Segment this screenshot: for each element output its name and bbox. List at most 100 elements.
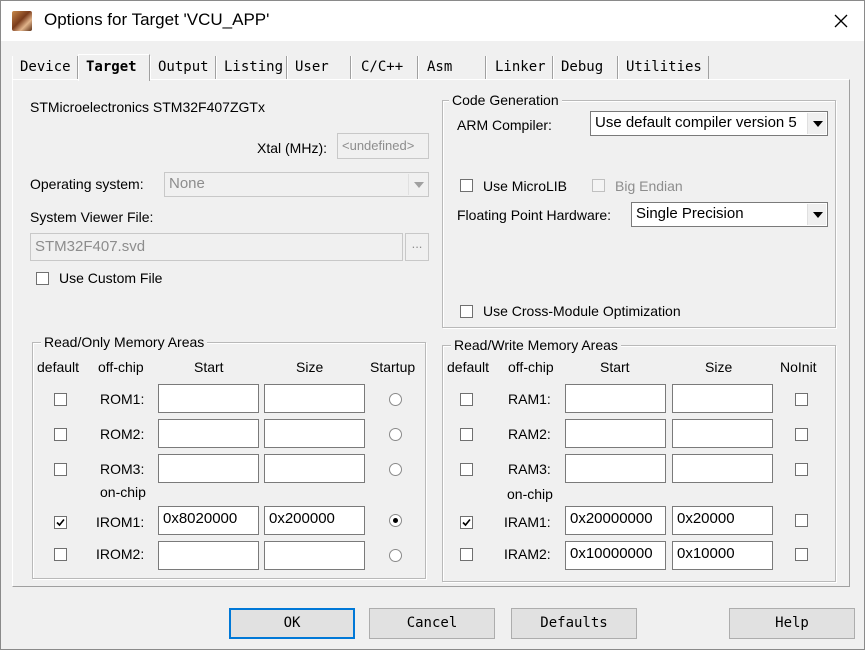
ram-header-offchip: off-chip bbox=[508, 359, 554, 375]
rom3-start-input[interactable] bbox=[158, 454, 259, 483]
big-endian-label: Big Endian bbox=[615, 178, 683, 194]
tab-utilities[interactable]: Utilities bbox=[618, 56, 709, 79]
cross-module-opt-label: Use Cross-Module Optimization bbox=[483, 303, 681, 319]
ram1-size-input[interactable] bbox=[672, 384, 773, 413]
defaults-button[interactable]: Defaults bbox=[511, 608, 637, 639]
iram1-label: IRAM1: bbox=[504, 514, 551, 530]
tab-bar: Device Target Output Listing User C/C++ … bbox=[12, 54, 862, 81]
arm-compiler-label: ARM Compiler: bbox=[457, 117, 552, 133]
close-icon bbox=[834, 14, 848, 28]
cross-module-opt-checkbox[interactable] bbox=[460, 305, 473, 318]
use-microlib-label: Use MicroLIB bbox=[483, 178, 568, 194]
tab-listing[interactable]: Listing bbox=[216, 56, 287, 79]
rom1-start-input[interactable] bbox=[158, 384, 259, 413]
ram2-size-input[interactable] bbox=[672, 419, 773, 448]
xtal-input[interactable]: <undefined> bbox=[337, 133, 429, 159]
rom2-startup-radio[interactable] bbox=[389, 428, 402, 441]
tab-device[interactable]: Device bbox=[12, 56, 78, 79]
rom1-startup-radio[interactable] bbox=[389, 393, 402, 406]
radio-selected-dot bbox=[393, 518, 398, 523]
iram2-size-input[interactable]: 0x10000 bbox=[672, 541, 773, 570]
use-custom-file-label: Use Custom File bbox=[59, 270, 163, 286]
rom-header-startup: Startup bbox=[370, 359, 416, 375]
iram1-default-checkbox[interactable] bbox=[460, 516, 473, 529]
rom-header-start: Start bbox=[194, 359, 224, 375]
ram3-default-checkbox[interactable] bbox=[460, 463, 473, 476]
ram2-start-input[interactable] bbox=[565, 419, 666, 448]
rom1-label: ROM1: bbox=[100, 391, 145, 407]
cancel-button[interactable]: Cancel bbox=[369, 608, 495, 639]
ram3-size-input[interactable] bbox=[672, 454, 773, 483]
iram1-size-input[interactable]: 0x20000 bbox=[672, 506, 773, 535]
iram2-default-checkbox[interactable] bbox=[460, 548, 473, 561]
irom1-start-input[interactable]: 0x8020000 bbox=[158, 506, 259, 535]
app-icon bbox=[12, 11, 32, 31]
irom2-startup-radio[interactable] bbox=[389, 549, 402, 562]
iram1-noinit-checkbox[interactable] bbox=[795, 514, 808, 527]
rom-onchip-label: on-chip bbox=[100, 484, 146, 500]
tab-linker[interactable]: Linker bbox=[486, 56, 553, 79]
chevron-down-icon bbox=[807, 113, 826, 134]
rom3-default-checkbox[interactable] bbox=[54, 463, 67, 476]
close-button[interactable] bbox=[818, 1, 864, 41]
rom3-startup-radio[interactable] bbox=[389, 463, 402, 476]
xtal-label: Xtal (MHz): bbox=[257, 140, 327, 156]
ram-header-size: Size bbox=[705, 359, 733, 375]
chevron-down-icon bbox=[807, 204, 826, 225]
ok-button[interactable]: OK bbox=[229, 608, 355, 639]
ram2-default-checkbox[interactable] bbox=[460, 428, 473, 441]
irom2-size-input[interactable] bbox=[264, 541, 365, 570]
rom2-size-input[interactable] bbox=[264, 419, 365, 448]
ram-header-default: default bbox=[447, 359, 490, 375]
tab-target[interactable]: Target bbox=[78, 54, 150, 81]
ram1-default-checkbox[interactable] bbox=[460, 393, 473, 406]
ram3-noinit-checkbox[interactable] bbox=[795, 463, 808, 476]
rom-group-title: Read/Only Memory Areas bbox=[41, 334, 208, 350]
ram2-label: RAM2: bbox=[508, 426, 551, 442]
rom1-size-input[interactable] bbox=[264, 384, 365, 413]
iram2-noinit-checkbox[interactable] bbox=[795, 548, 808, 561]
os-label: Operating system: bbox=[30, 176, 144, 192]
rom-header-offchip: off-chip bbox=[98, 359, 144, 375]
svd-input[interactable]: STM32F407.svd bbox=[30, 233, 403, 261]
svd-browse-button[interactable]: ... bbox=[405, 233, 429, 261]
irom1-label: IROM1: bbox=[96, 514, 145, 530]
ram1-start-input[interactable] bbox=[565, 384, 666, 413]
ram3-start-input[interactable] bbox=[565, 454, 666, 483]
use-microlib-checkbox[interactable] bbox=[460, 179, 473, 192]
big-endian-checkbox[interactable] bbox=[592, 179, 605, 192]
iram2-start-input[interactable]: 0x10000000 bbox=[565, 541, 666, 570]
tab-debug[interactable]: Debug bbox=[553, 56, 618, 79]
chevron-down-icon bbox=[408, 174, 427, 195]
tab-cpp[interactable]: C/C++ bbox=[351, 56, 418, 79]
rom-header-default: default bbox=[37, 359, 80, 375]
svd-label: System Viewer File: bbox=[30, 209, 154, 225]
code-generation-title: Code Generation bbox=[449, 92, 562, 108]
irom2-label: IROM2: bbox=[96, 546, 145, 562]
arm-compiler-select[interactable]: Use default compiler version 5 bbox=[590, 111, 828, 136]
fpu-select[interactable]: Single Precision bbox=[631, 202, 828, 227]
ram1-noinit-checkbox[interactable] bbox=[795, 393, 808, 406]
fpu-label: Floating Point Hardware: bbox=[457, 207, 612, 223]
rom2-start-input[interactable] bbox=[158, 419, 259, 448]
os-select[interactable]: None bbox=[164, 172, 429, 197]
tab-output[interactable]: Output bbox=[150, 56, 216, 79]
irom2-default-checkbox[interactable] bbox=[54, 548, 67, 561]
ram2-noinit-checkbox[interactable] bbox=[795, 428, 808, 441]
help-button[interactable]: Help bbox=[729, 608, 855, 639]
use-custom-file-checkbox[interactable] bbox=[36, 272, 49, 285]
rom1-default-checkbox[interactable] bbox=[54, 393, 67, 406]
irom2-start-input[interactable] bbox=[158, 541, 259, 570]
rom2-default-checkbox[interactable] bbox=[54, 428, 67, 441]
irom1-default-checkbox[interactable] bbox=[54, 516, 67, 529]
iram1-start-input[interactable]: 0x20000000 bbox=[565, 506, 666, 535]
rom3-size-input[interactable] bbox=[264, 454, 365, 483]
tab-user[interactable]: User bbox=[287, 56, 351, 79]
rom3-label: ROM3: bbox=[100, 461, 145, 477]
checkmark-icon bbox=[56, 518, 65, 527]
tab-asm[interactable]: Asm bbox=[418, 56, 486, 79]
device-name: STMicroelectronics STM32F407ZGTx bbox=[30, 99, 265, 115]
irom1-size-input[interactable]: 0x200000 bbox=[264, 506, 365, 535]
irom1-startup-radio[interactable] bbox=[389, 514, 402, 527]
checkmark-icon bbox=[462, 518, 471, 527]
